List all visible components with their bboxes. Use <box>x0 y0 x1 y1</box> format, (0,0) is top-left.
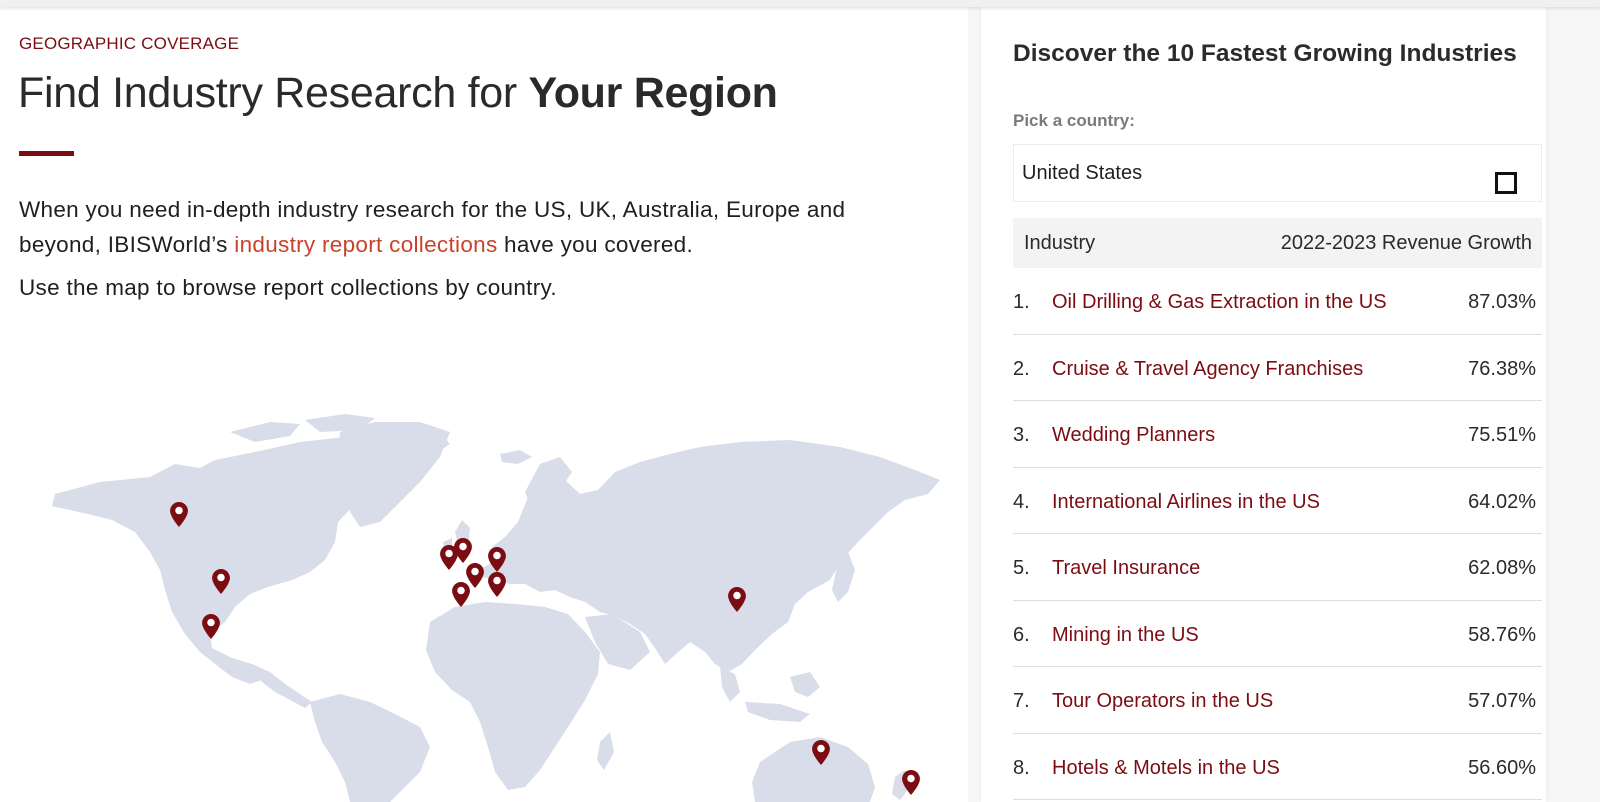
row-rank: 2. <box>1013 357 1030 380</box>
fastest-growing-panel: Discover the 10 Fastest Growing Industri… <box>981 7 1546 802</box>
country-picker-label: Pick a country: <box>1013 111 1135 130</box>
revenue-growth-value: 57.07% <box>1468 690 1536 712</box>
row-rank: 8. <box>1013 756 1030 779</box>
revenue-growth-value: 64.02% <box>1468 490 1536 513</box>
headline-bold: Your Region <box>528 69 778 117</box>
table-row: 3. Wedding Planners 75.51% <box>1013 401 1542 468</box>
revenue-growth-value: 75.51% <box>1468 424 1536 446</box>
intro-text-after: have you covered. <box>497 232 694 257</box>
page-title: Find Industry Research for Your Region <box>18 69 778 118</box>
map-pin-icon[interactable] <box>454 538 472 563</box>
revenue-growth-value: 87.03% <box>1468 291 1536 313</box>
map-pin-icon[interactable] <box>452 582 470 607</box>
row-rank: 6. <box>1013 623 1030 646</box>
geographic-coverage-section: GEOGRAPHIC COVERAGE Find Industry Resear… <box>0 7 968 802</box>
table-row: 4. International Airlines in the US 64.0… <box>1013 468 1542 534</box>
table-row: 5. Travel Insurance 62.08% <box>1013 534 1542 601</box>
country-select-value: United States <box>1022 162 1143 184</box>
industry-link[interactable]: Cruise & Travel Agency Franchises <box>1052 358 1363 381</box>
row-rank: 3. <box>1013 424 1030 446</box>
table-header: Industry 2022-2023 Revenue Growth <box>1013 218 1542 268</box>
row-rank: 1. <box>1013 291 1030 313</box>
row-rank: 4. <box>1013 490 1030 513</box>
checkbox-square-icon[interactable] <box>1495 172 1517 194</box>
table-row: 1. Oil Drilling & Gas Extraction in the … <box>1013 268 1542 335</box>
headline-light: Find Industry Research for <box>18 69 529 117</box>
industry-report-collections-link[interactable]: industry report collections <box>234 232 497 257</box>
industry-link[interactable]: Oil Drilling & Gas Extraction in the US <box>1052 291 1387 314</box>
industry-list: 1. Oil Drilling & Gas Extraction in the … <box>1013 268 1542 800</box>
table-row: 6. Mining in the US 58.76% <box>1013 601 1542 667</box>
industry-link[interactable]: Wedding Planners <box>1052 424 1215 447</box>
table-row: 8. Hotels & Motels in the US 56.60% <box>1013 734 1542 800</box>
intro-paragraph: When you need in-depth industry research… <box>19 192 919 262</box>
map-pin-icon[interactable] <box>488 572 506 597</box>
industry-link[interactable]: Travel Insurance <box>1052 557 1200 580</box>
revenue-growth-value: 58.76% <box>1468 623 1536 646</box>
industry-link[interactable]: Tour Operators in the US <box>1052 690 1273 713</box>
country-select[interactable]: United States <box>1013 144 1542 202</box>
land-masses <box>52 414 940 802</box>
row-rank: 5. <box>1013 557 1030 579</box>
table-row: 7. Tour Operators in the US 57.07% <box>1013 667 1542 734</box>
panel-title: Discover the 10 Fastest Growing Industri… <box>1013 40 1517 67</box>
map-pin-icon[interactable] <box>466 563 484 588</box>
table-row: 2. Cruise & Travel Agency Franchises 76.… <box>1013 335 1542 401</box>
browse-instruction: Use the map to browse report collections… <box>19 275 557 300</box>
revenue-growth-value: 62.08% <box>1468 557 1536 579</box>
world-map-svg <box>52 414 940 802</box>
revenue-growth-value: 56.60% <box>1468 756 1536 779</box>
column-header-revenue-growth: 2022-2023 Revenue Growth <box>1280 232 1532 254</box>
section-eyebrow: GEOGRAPHIC COVERAGE <box>19 34 240 53</box>
industry-link[interactable]: International Airlines in the US <box>1052 491 1320 514</box>
page: GEOGRAPHIC COVERAGE Find Industry Resear… <box>0 0 1600 802</box>
column-header-industry: Industry <box>1024 232 1096 254</box>
revenue-growth-value: 76.38% <box>1468 357 1536 380</box>
world-map <box>0 402 968 802</box>
row-rank: 7. <box>1013 690 1030 712</box>
industry-link[interactable]: Hotels & Motels in the US <box>1052 757 1280 780</box>
top-bar <box>0 0 1600 7</box>
industry-link[interactable]: Mining in the US <box>1052 624 1199 647</box>
accent-divider <box>19 151 74 156</box>
